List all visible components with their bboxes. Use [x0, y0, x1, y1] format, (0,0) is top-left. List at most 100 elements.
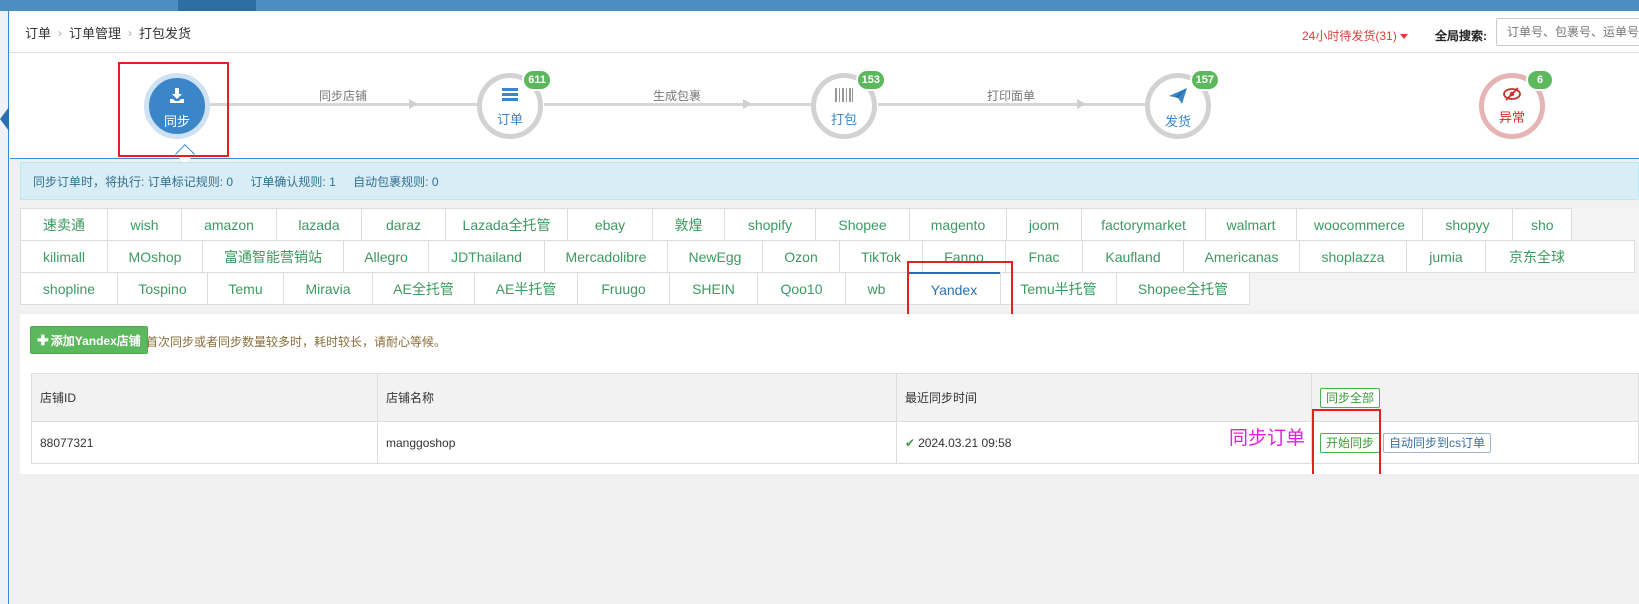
sidebar-collapse-arrow-icon[interactable]: [0, 107, 9, 131]
add-yandex-store-label: 添加Yandex店铺: [50, 334, 141, 348]
platform-tab[interactable]: Ozon: [762, 240, 840, 273]
platform-tab[interactable]: kilimall: [20, 240, 108, 273]
platform-tab[interactable]: Fruugo: [577, 272, 670, 305]
breadcrumb-item-pack-ship: 打包发货: [139, 26, 192, 41]
step-orders-label: 订单: [496, 112, 523, 127]
highlight-box-sync-step: [118, 62, 229, 157]
chevron-right-icon: ›: [128, 25, 133, 40]
platform-tab[interactable]: amazon: [181, 208, 277, 241]
store-name-cell: manggoshop: [377, 421, 897, 464]
platform-tab[interactable]: lazada: [276, 208, 362, 241]
rules-confirm-value[interactable]: 1: [329, 175, 336, 189]
platform-tab[interactable]: 京东全球: [1485, 240, 1635, 273]
platform-tab-row-1: 速卖通 wish amazon lazada daraz Lazada全托管 e…: [20, 208, 1572, 241]
platform-tab[interactable]: wb: [845, 272, 908, 305]
platform-tab[interactable]: 富通智能营销站: [202, 240, 344, 273]
arrow-right-icon: [1077, 99, 1086, 109]
platform-tab[interactable]: Kaufland: [1082, 240, 1184, 273]
step-orders-badge: 611: [522, 69, 552, 91]
rules-confirm-label: 订单确认规则:: [250, 175, 326, 189]
platform-tab[interactable]: Miravia: [283, 272, 373, 305]
step-pack-badge: 153: [855, 69, 886, 91]
platform-tab[interactable]: SHEIN: [669, 272, 758, 305]
platform-tab[interactable]: Americanas: [1183, 240, 1300, 273]
step-ship-badge: 157: [1189, 69, 1220, 91]
platform-tab[interactable]: woocommerce: [1296, 208, 1423, 241]
rules-pack-value[interactable]: 0: [432, 175, 439, 189]
platform-tab[interactable]: 敦煌: [652, 208, 725, 241]
add-yandex-store-button[interactable]: ✚ 添加Yandex店铺: [30, 326, 148, 354]
platform-tab[interactable]: AE半托管: [474, 272, 578, 305]
platform-tab[interactable]: Qoo10: [757, 272, 846, 305]
platform-tab[interactable]: NewEgg: [667, 240, 763, 273]
column-header-store-id: 店铺ID: [31, 373, 378, 422]
breadcrumb: 订单 › 订单管理 › 打包发货: [25, 23, 191, 42]
table-row: 88077321 manggoshop ✔ 2024.03.21 09:58 开始…: [31, 421, 1639, 464]
platform-tab[interactable]: JDThailand: [428, 240, 545, 273]
platform-tab[interactable]: magento: [909, 208, 1007, 241]
left-sidebar-strip: [0, 11, 9, 604]
store-table: 店铺ID 店铺名称 最近同步时间 同步全部 88077321 manggosho…: [31, 373, 1639, 464]
sync-all-button[interactable]: 同步全部: [1320, 387, 1381, 408]
platform-tab[interactable]: sho: [1512, 208, 1572, 241]
platform-tab[interactable]: daraz: [361, 208, 446, 241]
rules-mark-label: 订单标记规则:: [147, 175, 224, 189]
step-pack[interactable]: 打包 153: [811, 69, 886, 139]
platform-tab[interactable]: Temu: [207, 272, 284, 305]
platform-tab[interactable]: jumia: [1406, 240, 1486, 273]
platform-tab[interactable]: Mercadolibre: [544, 240, 668, 273]
top-bar-active-segment: [178, 0, 256, 11]
arrow-right-icon: [743, 99, 752, 109]
platform-tab[interactable]: shopline: [20, 272, 118, 305]
platform-tab[interactable]: Tospino: [117, 272, 208, 305]
step-ship[interactable]: 发货 157: [1145, 69, 1220, 139]
platform-tab[interactable]: AE全托管: [372, 272, 475, 305]
store-panel: ✚ 添加Yandex店铺 首次同步或者同步数量较多时，耗时较长，请耐心等候。 店铺…: [20, 314, 1639, 474]
store-id-cell: 88077321: [31, 421, 378, 464]
step-link-print-labels[interactable]: 打印面单: [971, 87, 1051, 104]
platform-tab[interactable]: 速卖通: [20, 208, 108, 241]
checkmark-icon: ✔: [905, 435, 916, 450]
platform-tab[interactable]: shoplazza: [1299, 240, 1407, 273]
caret-down-icon: [1399, 34, 1408, 40]
step-ship-label: 发货: [1164, 114, 1191, 129]
top-bar: [0, 0, 1639, 11]
platform-tab[interactable]: Shopee: [815, 208, 910, 241]
lower-empty-area: [10, 474, 1639, 604]
step-exception[interactable]: 异常 6: [1479, 69, 1554, 139]
platform-tab[interactable]: MOshop: [107, 240, 203, 273]
global-search-label: 全局搜索:: [1435, 29, 1487, 43]
auto-sync-cs-button[interactable]: 自动同步到cs订单: [1383, 432, 1492, 453]
platform-tab[interactable]: wish: [107, 208, 182, 241]
column-header-store-name: 店铺名称: [377, 373, 897, 422]
rules-pack-label: 自动包裹规则:: [353, 175, 429, 189]
step-link-sync-stores[interactable]: 同步店铺: [303, 87, 383, 104]
rules-mark-value[interactable]: 0: [226, 175, 233, 189]
platform-tab[interactable]: walmart: [1205, 208, 1297, 241]
arrow-right-icon: [409, 99, 418, 109]
global-search-input[interactable]: [1496, 18, 1639, 46]
step-pack-label: 打包: [830, 112, 857, 127]
pending-shipment-dropdown[interactable]: 24小时待发货(31): [1302, 27, 1408, 44]
platform-tab[interactable]: ebay: [567, 208, 653, 241]
step-exception-label: 异常: [1498, 110, 1525, 125]
platform-tab[interactable]: shopify: [724, 208, 816, 241]
step-link-generate-packages[interactable]: 生成包裹: [637, 87, 717, 104]
platform-tab[interactable]: shopyy: [1422, 208, 1513, 241]
platform-tab[interactable]: Temu半托管: [1000, 272, 1117, 305]
header: 订单 › 订单管理 › 打包发货 24小时待发货(31) 全局搜索:: [10, 11, 1639, 53]
platform-tab-row-2: kilimall MOshop 富通智能营销站 Allegro JDThaila…: [20, 240, 1635, 273]
platform-tab[interactable]: Fnac: [1005, 240, 1083, 273]
platform-tab[interactable]: factorymarket: [1081, 208, 1206, 241]
rules-prefix: 同步订单时，将执行:: [33, 175, 145, 189]
annotation-sync-orders: 同步订单: [1229, 428, 1306, 449]
breadcrumb-item-order-management[interactable]: 订单管理: [69, 23, 121, 42]
breadcrumb-item-orders[interactable]: 订单: [25, 23, 51, 42]
platform-tab[interactable]: Lazada全托管: [445, 208, 568, 241]
step-orders[interactable]: 订单 611: [477, 69, 552, 139]
platform-tab[interactable]: Allegro: [343, 240, 429, 273]
plus-icon: ✚: [37, 332, 49, 348]
platform-tab[interactable]: joom: [1006, 208, 1082, 241]
platform-tab[interactable]: Shopee全托管: [1116, 272, 1250, 305]
step-exception-badge: 6: [1526, 69, 1554, 91]
